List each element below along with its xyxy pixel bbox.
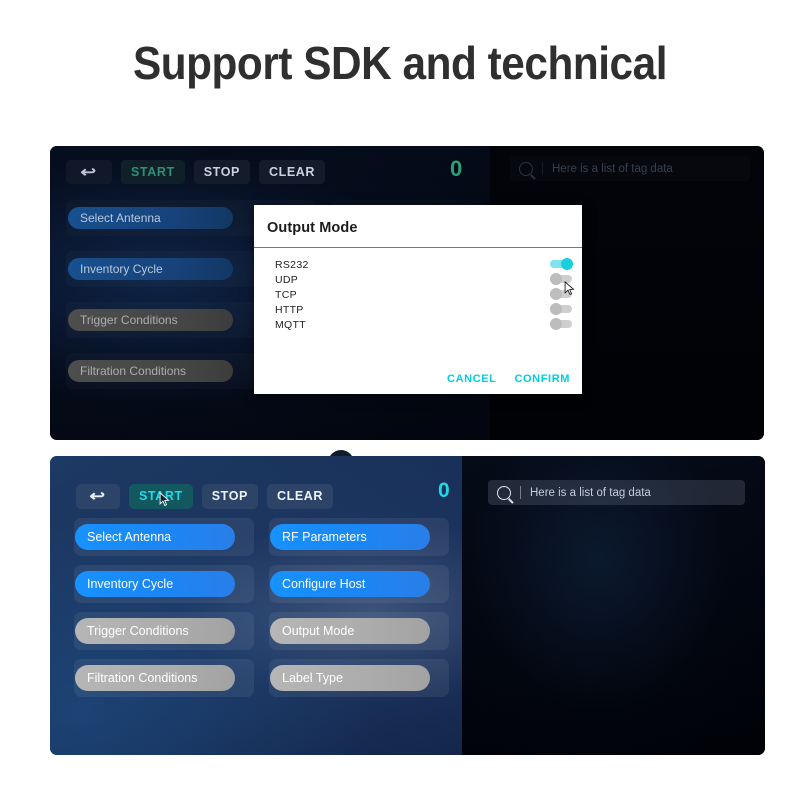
- divider: [542, 162, 543, 175]
- option-row-udp[interactable]: UDP: [254, 272, 582, 287]
- toggle-udp[interactable]: [550, 273, 574, 285]
- menu-item-label: Select Antenna: [68, 207, 233, 229]
- stop-button[interactable]: STOP: [193, 160, 250, 184]
- toggle-knob: [561, 258, 573, 270]
- output-mode-option-list: RS232 UDP TCP HTTP MQTT: [254, 257, 582, 332]
- back-arrow-icon: ↩: [80, 163, 98, 181]
- toggle-rs232[interactable]: [550, 258, 574, 270]
- menu-item-label: Configure Host: [270, 571, 430, 597]
- menu-item-configure-host[interactable]: Configure Host: [269, 565, 449, 603]
- toggle-knob: [550, 303, 562, 315]
- menu-item-label-type[interactable]: Label Type: [269, 659, 449, 697]
- menu-item-select-antenna[interactable]: Select Antenna: [74, 518, 254, 556]
- option-label: TCP: [275, 288, 297, 301]
- toggle-mqtt[interactable]: [550, 318, 574, 330]
- bottom-panel-toolbar: ↩ START STOP CLEAR: [50, 474, 462, 518]
- search-icon: [519, 161, 533, 176]
- tag-search-bar[interactable]: Here is a list of tag data: [488, 480, 745, 505]
- divider: [520, 486, 521, 499]
- option-row-rs232[interactable]: RS232: [254, 257, 582, 272]
- menu-item-label: Inventory Cycle: [68, 258, 233, 280]
- menu-item-label: Inventory Cycle: [75, 571, 235, 597]
- tag-search-bar[interactable]: Here is a list of tag data: [510, 156, 750, 181]
- toggle-knob: [550, 273, 562, 285]
- tag-counter: 0: [438, 479, 450, 502]
- output-mode-dialog: Output Mode RS232 UDP TCP HTTP MQTT CANC…: [254, 205, 582, 394]
- start-button-label: START: [139, 489, 183, 503]
- confirm-button[interactable]: CONFIRM: [514, 373, 570, 385]
- back-button[interactable]: ↩: [66, 160, 112, 184]
- menu-item-trigger-conditions[interactable]: Trigger Conditions: [74, 612, 254, 650]
- search-placeholder: Here is a list of tag data: [530, 486, 651, 499]
- toggle-tcp[interactable]: [550, 288, 574, 300]
- clear-button[interactable]: CLEAR: [258, 160, 326, 184]
- menu-item-rf-parameters[interactable]: RF Parameters: [269, 518, 449, 556]
- clear-button[interactable]: CLEAR: [266, 483, 334, 509]
- top-panel-toolbar: ↩ START STOP CLEAR: [50, 150, 490, 194]
- bottom-panel-menu-grid: Select Antenna Inventory Cycle Trigger C…: [74, 518, 450, 706]
- menu-item-label: Select Antenna: [75, 524, 235, 550]
- menu-item-label: RF Parameters: [270, 524, 430, 550]
- menu-item-label: Trigger Conditions: [68, 309, 233, 331]
- cancel-button[interactable]: CANCEL: [447, 373, 496, 385]
- option-label: MQTT: [275, 318, 306, 331]
- dialog-title: Output Mode: [267, 220, 358, 236]
- option-row-mqtt[interactable]: MQTT: [254, 317, 582, 332]
- menu-item-inventory-cycle[interactable]: Inventory Cycle: [74, 565, 254, 603]
- menu-column-right: RF Parameters Configure Host Output Mode…: [269, 518, 449, 706]
- menu-item-filtration-conditions[interactable]: Filtration Conditions: [74, 659, 254, 697]
- menu-item-label: Trigger Conditions: [75, 618, 235, 644]
- screenshot-bottom-panel: ↩ START STOP CLEAR 0 Select Antenna Inve…: [50, 456, 765, 755]
- menu-item-label: Filtration Conditions: [68, 360, 233, 382]
- option-label: HTTP: [275, 303, 304, 316]
- toggle-knob: [550, 318, 562, 330]
- option-label: RS232: [275, 258, 309, 271]
- tag-counter: 0: [450, 156, 463, 181]
- start-button[interactable]: START: [129, 483, 193, 509]
- page-title: Support SDK and technical: [132, 37, 668, 89]
- option-row-http[interactable]: HTTP: [254, 302, 582, 317]
- stop-button[interactable]: STOP: [201, 483, 258, 509]
- back-button[interactable]: ↩: [76, 483, 120, 509]
- menu-item-label: Label Type: [270, 665, 430, 691]
- start-button[interactable]: START: [121, 160, 185, 184]
- menu-item-label: Output Mode: [270, 618, 430, 644]
- option-label: UDP: [275, 273, 299, 286]
- toggle-knob: [550, 288, 562, 300]
- search-placeholder: Here is a list of tag data: [552, 162, 673, 175]
- dialog-divider: [254, 247, 582, 248]
- search-icon: [497, 485, 511, 500]
- menu-item-label: Filtration Conditions: [75, 665, 235, 691]
- toggle-http[interactable]: [550, 303, 574, 315]
- dialog-actions: CANCEL CONFIRM: [447, 373, 570, 385]
- menu-item-output-mode[interactable]: Output Mode: [269, 612, 449, 650]
- back-arrow-icon: ↩: [89, 487, 107, 505]
- menu-column-left: Select Antenna Inventory Cycle Trigger C…: [74, 518, 254, 706]
- option-row-tcp[interactable]: TCP: [254, 287, 582, 302]
